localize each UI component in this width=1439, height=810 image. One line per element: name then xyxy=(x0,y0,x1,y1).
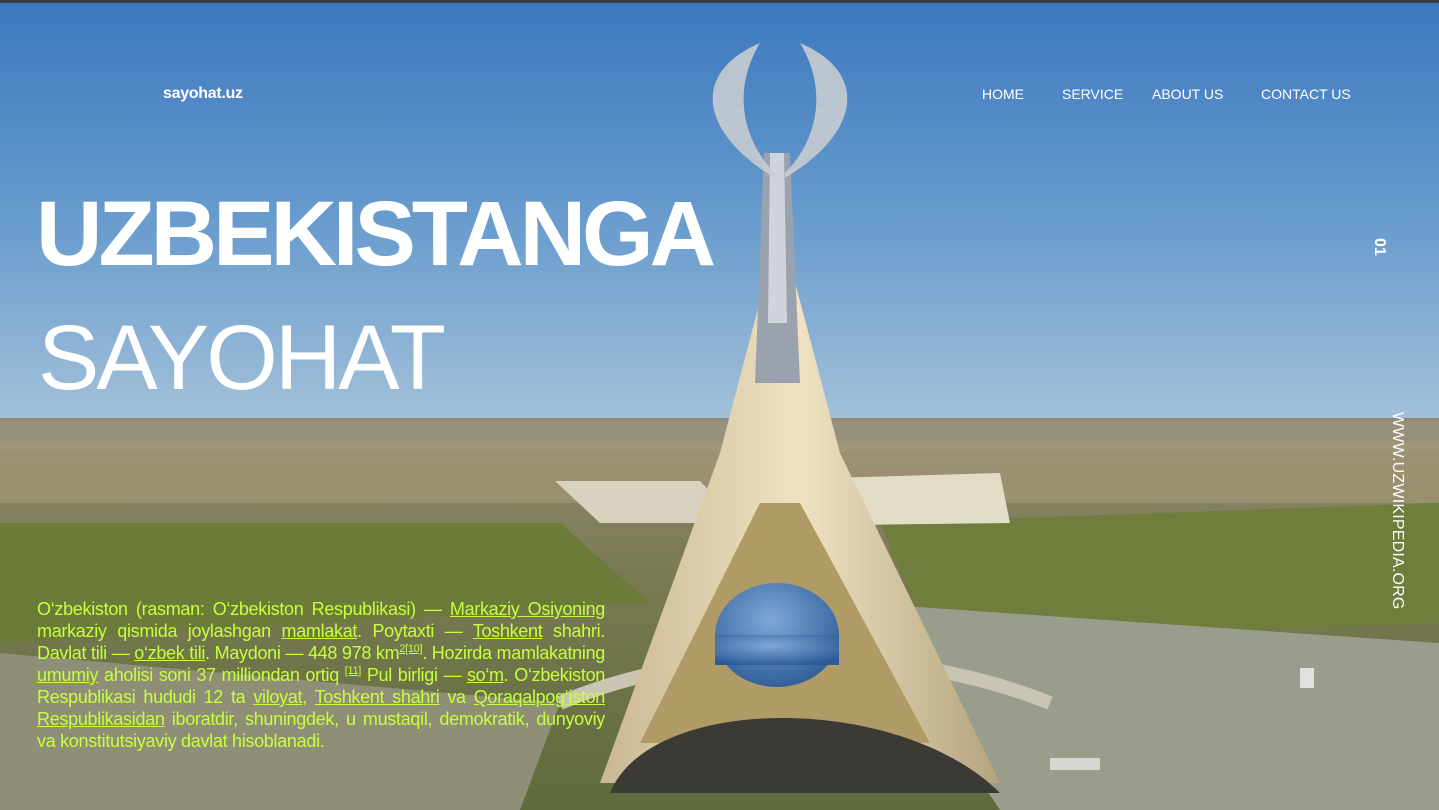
slide-number: 01 xyxy=(1371,238,1388,256)
site-logo[interactable]: sayohat.uz xyxy=(163,85,243,103)
desc-text: . Hozirda mamlakatning xyxy=(422,643,605,663)
nav-contact-us[interactable]: CONTACT US xyxy=(1261,86,1351,102)
desc-text: Pul birligi — xyxy=(361,665,467,685)
description-paragraph: O‘zbekiston (rasman: O‘zbekiston Respubl… xyxy=(37,598,605,752)
hero-title-line2: SAYOHAT xyxy=(38,307,446,409)
footnote-10[interactable]: 2[10] xyxy=(399,643,422,655)
link-viloyat[interactable]: viloyat xyxy=(253,687,302,707)
hero-title-line1: UZBEKISTANGA xyxy=(36,183,716,285)
desc-text: . Maydoni — 448 978 km xyxy=(205,643,400,663)
nav-home[interactable]: HOME xyxy=(982,86,1024,102)
footnote-11[interactable]: [11] xyxy=(345,665,362,677)
desc-text: , xyxy=(302,687,315,707)
link-toshkent[interactable]: Toshkent xyxy=(473,621,543,641)
link-mamlakat[interactable]: mamlakat xyxy=(282,621,358,641)
link-toshkent-shahri[interactable]: Toshkent shahri xyxy=(315,687,440,707)
desc-text: . Poytaxti — xyxy=(357,621,473,641)
desc-text: O‘zbekiston (rasman: O‘zbekiston Respubl… xyxy=(37,599,450,619)
nav-about-us[interactable]: ABOUT US xyxy=(1152,86,1223,102)
link-som[interactable]: so‘m xyxy=(467,665,504,685)
link-markaziy-osiyoning[interactable]: Markaziy Osiyoning xyxy=(450,599,605,619)
link-umumiy[interactable]: umumiy xyxy=(37,665,99,685)
desc-text: va xyxy=(439,687,474,707)
desc-text: markaziy qismida joylashgan xyxy=(37,621,282,641)
link-ozbek-tili[interactable]: o‘zbek tili xyxy=(134,643,205,663)
nav-service[interactable]: SERVICE xyxy=(1062,86,1123,102)
desc-text: aholisi soni 37 milliondan ortiq xyxy=(98,665,345,685)
source-website[interactable]: WWW.UZWIKIPEDIA.ORG xyxy=(1388,412,1406,622)
